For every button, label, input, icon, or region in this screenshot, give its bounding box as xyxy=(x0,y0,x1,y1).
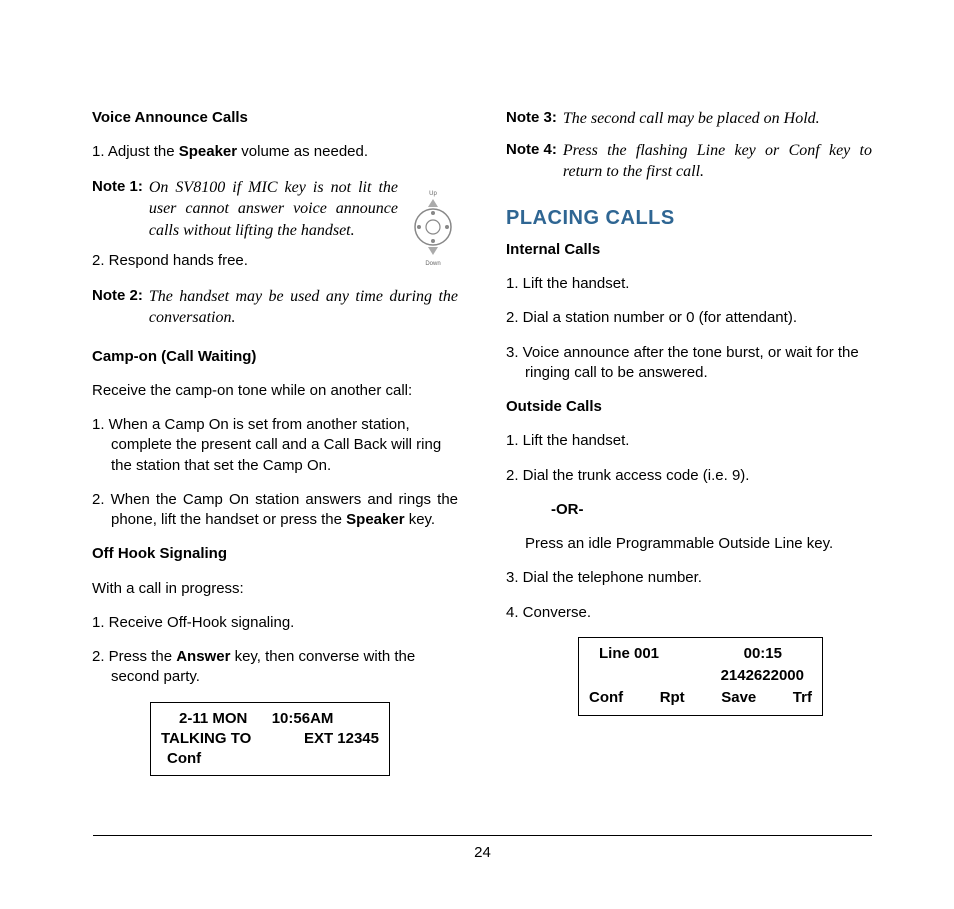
note-4: Note 4: Press the flashing Line key or C… xyxy=(506,140,872,183)
svg-text:Down: Down xyxy=(425,261,440,267)
navigation-pad-icon: Up Down xyxy=(408,177,458,280)
note-1: Note 1: On SV8100 if MIC key is not lit … xyxy=(92,177,398,242)
note-with-icon: Note 1: On SV8100 if MIC key is not lit … xyxy=(92,177,458,280)
left-column: Voice Announce Calls 1. Adjust the Speak… xyxy=(92,108,458,776)
phone-display-left: 2-11 MON 10:56AM TALKING TOEXT 12345 Con… xyxy=(150,702,390,777)
voice-step-1: 1. Adjust the Speaker volume as needed. xyxy=(92,142,458,162)
outside-step-2b: Press an idle Programmable Outside Line … xyxy=(525,534,872,554)
svg-text:Up: Up xyxy=(429,191,437,197)
outside-step-3: 3. Dial the telephone number. xyxy=(506,568,872,588)
right-column: Note 3: The second call may be placed on… xyxy=(506,108,872,776)
internal-step-3: 3. Voice announce after the tone burst, … xyxy=(506,343,872,384)
camp-intro: Receive the camp-on tone while on anothe… xyxy=(92,381,458,401)
note-3: Note 3: The second call may be placed on… xyxy=(506,108,872,130)
footer-rule xyxy=(93,835,872,836)
outside-step-1: 1. Lift the handset. xyxy=(506,431,872,451)
heading-outside-calls: Outside Calls xyxy=(506,397,872,417)
off-step-1: 1. Receive Off-Hook signaling. xyxy=(92,613,458,633)
offhook-intro: With a call in progress: xyxy=(92,579,458,599)
heading-off-hook: Off Hook Signaling xyxy=(92,544,458,564)
outside-step-2: 2. Dial the trunk access code (i.e. 9). xyxy=(506,466,872,486)
heading-camp-on: Camp-on (Call Waiting) xyxy=(92,347,458,367)
voice-step-2: 2. Respond hands free. xyxy=(92,251,398,271)
heading-placing-calls: PLACING CALLS xyxy=(506,205,872,232)
heading-voice-announce: Voice Announce Calls xyxy=(92,108,458,128)
off-step-2: 2. Press the Answer key, then converse w… xyxy=(92,647,458,688)
internal-step-2: 2. Dial a station number or 0 (for atten… xyxy=(506,308,872,328)
internal-step-1: 1. Lift the handset. xyxy=(506,274,872,294)
outside-step-4: 4. Converse. xyxy=(506,603,872,623)
page-footer: 24 xyxy=(93,835,872,861)
camp-step-2: 2. When the Camp On station answers and … xyxy=(92,490,458,531)
note-2: Note 2: The handset may be used any time… xyxy=(92,286,458,329)
camp-step-1: 1. When a Camp On is set from another st… xyxy=(92,415,458,476)
page-number: 24 xyxy=(93,844,872,861)
or-separator: -OR- xyxy=(551,500,872,520)
phone-display-right: Line 00100:15 2142622000 Conf Rpt Save T… xyxy=(578,637,823,716)
heading-internal-calls: Internal Calls xyxy=(506,240,872,260)
